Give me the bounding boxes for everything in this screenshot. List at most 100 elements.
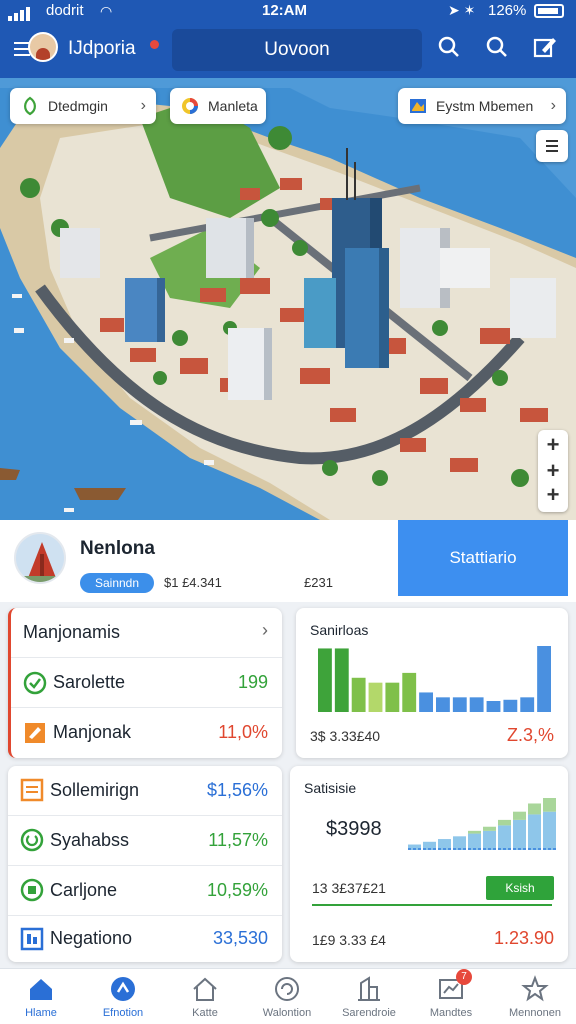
place-avatar[interactable] [14, 532, 66, 584]
tab-bar: Hlame Efnotion Katte Walontion Sarendroi… [0, 968, 576, 1024]
layers-button[interactable] [536, 130, 568, 162]
list-item[interactable]: Manjonak 11,0% [11, 708, 282, 758]
list-item[interactable]: Syahabss 11,57% [8, 816, 282, 866]
chart-bar [453, 836, 466, 850]
tab-home[interactable]: Hlame [0, 969, 82, 1024]
zoom-out-button[interactable]: + [538, 482, 568, 508]
chart-bar [436, 697, 450, 712]
list-square-icon [20, 778, 44, 802]
location-selector[interactable]: Uovoon [172, 29, 422, 71]
compass-icon [111, 977, 135, 1001]
row-label: Carljone [50, 880, 118, 900]
list-item[interactable]: Sollemirign $1,56% [8, 766, 282, 816]
chart-bar [368, 682, 383, 712]
pencil-square-icon [25, 723, 45, 743]
chart-bar [543, 811, 556, 850]
row-label: Negationo [50, 928, 133, 948]
chart-bar [498, 825, 511, 850]
statistics-button[interactable]: Stattiario [398, 520, 568, 596]
refresh-icon [275, 977, 299, 1001]
power-circle-icon [20, 828, 44, 852]
tab-sarendroie[interactable]: Sarendroie [328, 969, 410, 1024]
chart-bar [318, 648, 332, 712]
map-chip-manleta[interactable]: Manleta [170, 88, 266, 124]
tab-mandtes[interactable]: 7 Mandtes [410, 969, 492, 1024]
chart-bar-overlay [513, 811, 526, 820]
stats-list-card: Sollemirign $1,56% Syahabss 11,57% Carlj… [8, 766, 282, 962]
chart-bar [419, 692, 433, 712]
row-value: $1,56% [206, 780, 268, 800]
chart-bar [334, 648, 349, 712]
row-label: Sarolette [53, 672, 126, 692]
tab-efnotion[interactable]: Efnotion [82, 969, 164, 1024]
map-chip-dtedmgin[interactable]: Dtedmgin › [10, 88, 156, 124]
compose-button[interactable] [532, 34, 562, 64]
row-label: Manjonak [53, 722, 132, 742]
list-item[interactable]: Carljone 10,59% [8, 866, 282, 916]
search-icon [438, 36, 459, 57]
chart-bar [503, 699, 518, 712]
house-outline-icon [193, 977, 217, 1001]
chart-footer-left: 3$ 3.33£40 [310, 728, 381, 744]
chart-footer-left-2: 1£9 3.33 £4 [312, 932, 386, 948]
chevron-right-icon: › [262, 620, 268, 640]
row-value: 11,57% [208, 830, 268, 850]
chart-bar [513, 819, 526, 850]
divider [312, 904, 552, 906]
card-header[interactable]: Manjonamis › [11, 608, 282, 658]
battery-percent: 126% [488, 2, 527, 19]
chart-bar-overlay [543, 798, 556, 812]
avatar[interactable] [28, 32, 58, 62]
app-title: IJdporia [68, 38, 136, 59]
chart-bar-overlay [528, 803, 541, 815]
chevron-right-icon: › [140, 97, 146, 114]
summary-value: $1 £4.341 [164, 575, 222, 590]
chart-bar [402, 672, 417, 712]
tab-katte[interactable]: Katte [164, 969, 246, 1024]
color-wheel-icon [182, 98, 198, 114]
search-alt-button[interactable] [484, 34, 514, 64]
grid-square-icon [20, 927, 44, 951]
map-chip-eystm-mbemen[interactable]: Eystm Mbemen › [398, 88, 566, 124]
list-item[interactable]: Sarolette 199 [11, 658, 282, 708]
status-badge[interactable]: Sainndn [80, 573, 154, 593]
city-map[interactable]: Dtedmgin › Manleta Eystm Mbemen › + + + [0, 78, 576, 520]
zoom-controls: + + + [538, 430, 568, 512]
status-chip[interactable]: Ksish [486, 876, 554, 900]
tower-image [16, 534, 64, 582]
chart-footer-left: 13 3£37£21 [312, 880, 386, 896]
leaf-square-icon [20, 878, 44, 902]
zoom-in-button[interactable]: + [538, 432, 568, 458]
chart-bar-overlay [468, 830, 481, 834]
metrics-card: Manjonamis › Sarolette 199 Manjonak 11,0… [8, 608, 282, 758]
wifi-icon: ◠ [100, 3, 113, 19]
notification-badge: 7 [456, 969, 472, 985]
row-label: Sollemirign [50, 780, 140, 800]
chart-card-top[interactable]: Sanirloas 3$ 3.33£40 Z.3,% [296, 608, 568, 758]
chart-bar [385, 682, 400, 712]
row-value: 199 [237, 672, 268, 692]
chart-title: Sanirloas [310, 622, 369, 638]
chart-card-bottom[interactable]: Satisisie $3998 13 3£37£21 Ksish 1£9 3.3… [290, 766, 568, 962]
chart-footer-right: Z.3,% [506, 725, 554, 745]
home-icon [30, 979, 52, 1000]
tab-walontion[interactable]: Walontion [246, 969, 328, 1024]
row-value: 11,0% [218, 722, 268, 742]
summary-value-secondary: £231 [304, 575, 333, 590]
zoom-in-button-2[interactable]: + [538, 458, 568, 484]
chart-bar [537, 646, 551, 712]
chart-bar [469, 697, 484, 712]
location-status-icon: ➤ ✶ [448, 2, 476, 18]
app-header: IJdporia Uovoon [0, 22, 576, 78]
list-item[interactable]: Negationo 33,530 [8, 916, 282, 962]
notification-dot [150, 40, 159, 49]
chart-bar [452, 697, 467, 712]
chart-footer-right: 1.23.90 [493, 928, 554, 948]
status-bar: dodrit ◠ 12:AM ➤ ✶ 126% [0, 0, 576, 22]
row-value: 33,530 [212, 928, 268, 948]
search-icon [486, 36, 507, 57]
tab-mennonen[interactable]: Mennonen [494, 969, 576, 1024]
search-button[interactable] [436, 34, 466, 64]
chart-bar [528, 814, 541, 850]
check-circle-icon [23, 671, 47, 695]
